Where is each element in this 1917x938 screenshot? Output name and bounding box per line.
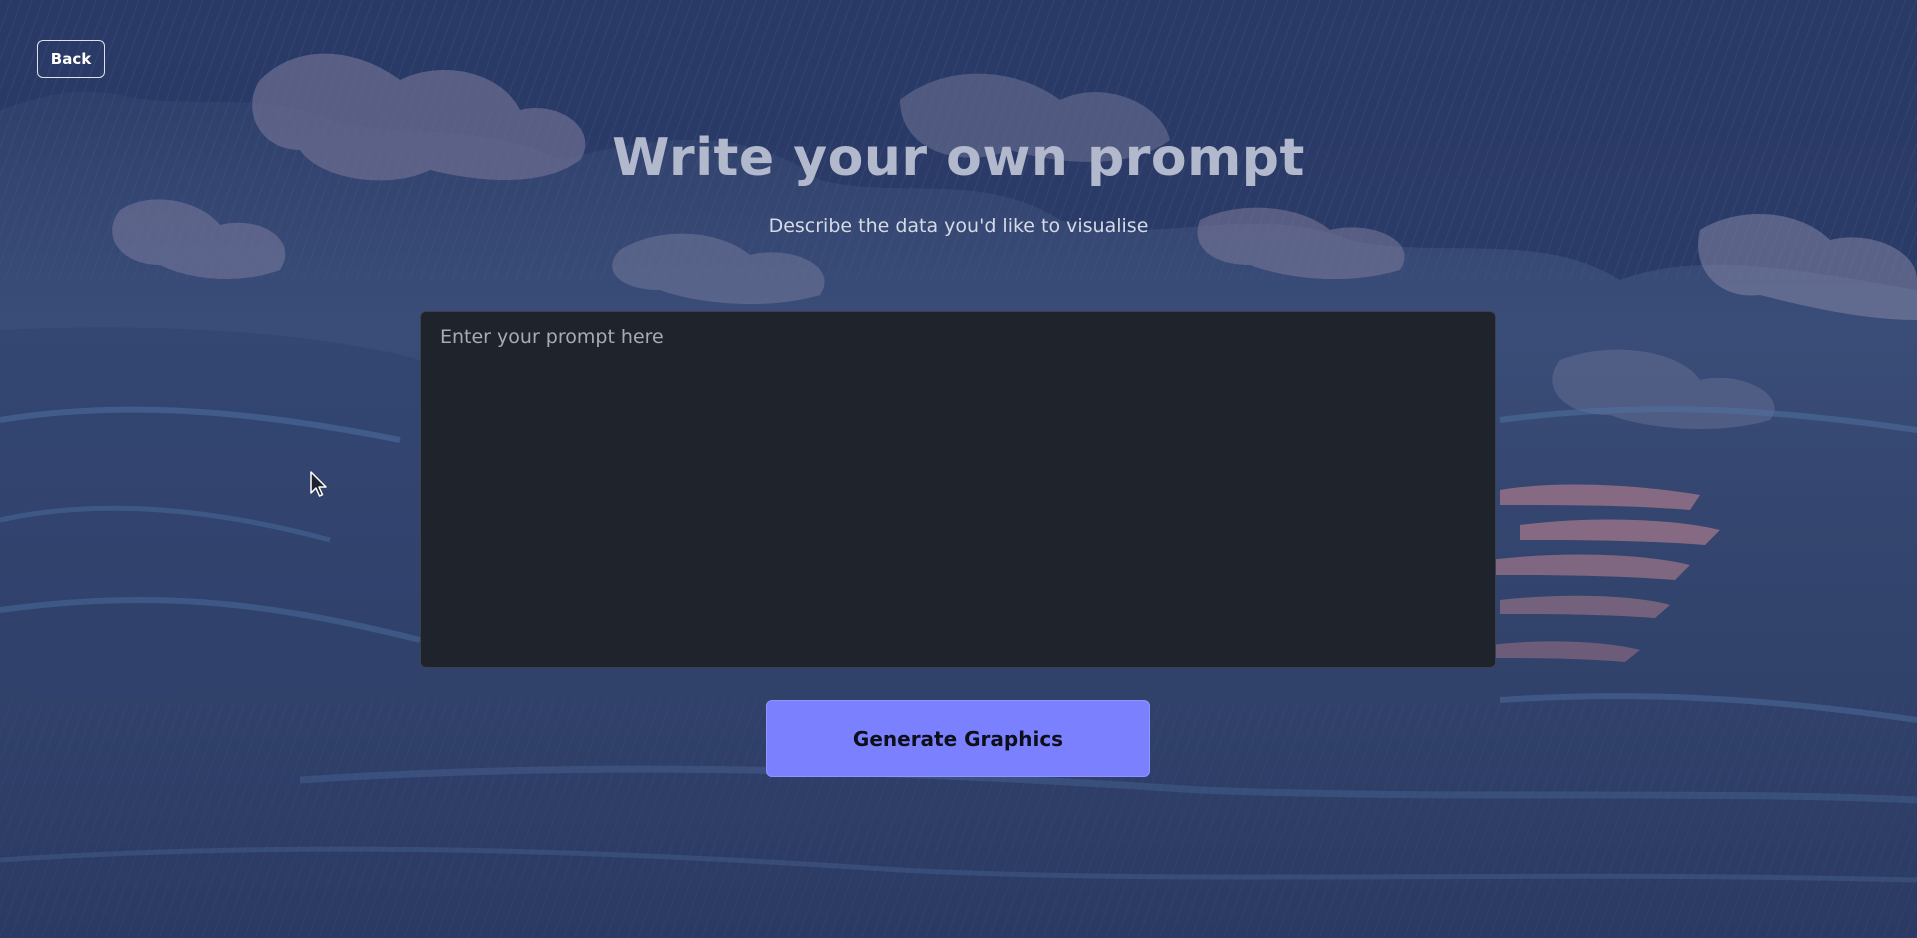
- page-title: Write your own prompt: [612, 128, 1305, 188]
- mouse-pointer-icon: [310, 471, 327, 497]
- prompt-input[interactable]: [420, 311, 1496, 668]
- generate-graphics-button[interactable]: Generate Graphics: [766, 700, 1150, 777]
- back-button[interactable]: Back: [37, 40, 105, 78]
- page-subtitle: Describe the data you'd like to visualis…: [768, 215, 1149, 237]
